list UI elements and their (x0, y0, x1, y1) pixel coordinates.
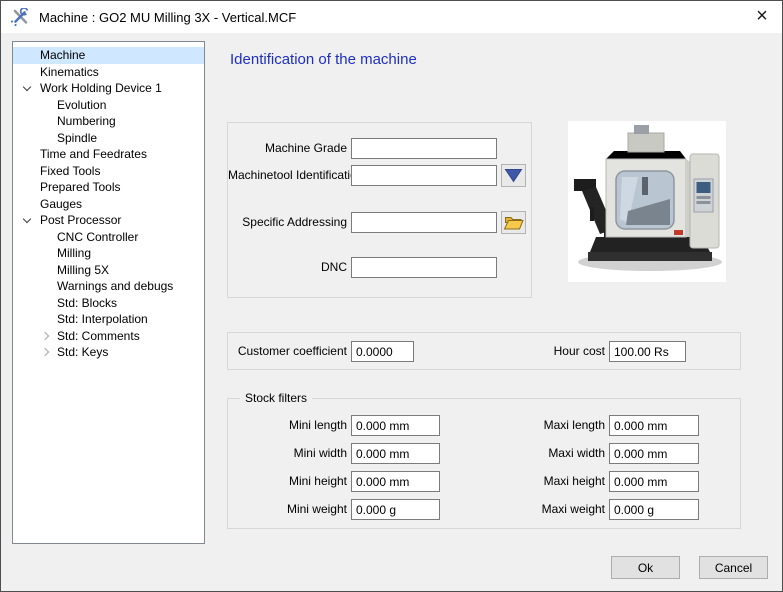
sidebar-item-std-comments[interactable]: Std: Comments (13, 328, 204, 345)
maxi-width-input[interactable] (609, 443, 699, 464)
machinetool-identification-label: Machinetool Identification (228, 165, 347, 186)
hour-cost-label: Hour cost (505, 341, 605, 362)
title-bar: Machine : GO2 MU Milling 3X - Vertical.M… (1, 1, 782, 33)
mini-weight-input[interactable] (351, 499, 440, 520)
sidebar-item-milling-5x[interactable]: Milling 5X (13, 262, 204, 279)
sidebar-item-fixed-tools[interactable]: Fixed Tools (13, 163, 204, 180)
specific-addressing-input[interactable] (351, 212, 497, 233)
mini-height-input[interactable] (351, 471, 440, 492)
ok-button[interactable]: Ok (611, 556, 680, 579)
mini-length-input[interactable] (351, 415, 440, 436)
close-button[interactable]: × (742, 1, 782, 32)
sidebar-item-time-and-feedrates[interactable]: Time and Feedrates (13, 146, 204, 163)
chevron-down-icon[interactable] (23, 83, 31, 91)
machine-dialog: Machine : GO2 MU Milling 3X - Vertical.M… (0, 0, 783, 592)
specific-addressing-label: Specific Addressing (228, 212, 347, 233)
sidebar-item-prepared-tools[interactable]: Prepared Tools (13, 179, 204, 196)
sidebar-item-cnc-controller[interactable]: CNC Controller (13, 229, 204, 246)
page-title: Identification of the machine (230, 51, 417, 68)
sidebar-item-std-keys[interactable]: Std: Keys (13, 344, 204, 361)
machine-grade-label: Machine Grade (228, 138, 347, 159)
maxi-length-input[interactable] (609, 415, 699, 436)
mini-length-label: Mini length (228, 415, 347, 436)
machine-grade-input[interactable] (351, 138, 497, 159)
sidebar-item-numbering[interactable]: Numbering (13, 113, 204, 130)
folder-open-icon (503, 214, 524, 231)
sidebar-item-machine[interactable]: Machine (13, 47, 204, 64)
sidebar-item-milling[interactable]: Milling (13, 245, 204, 262)
cancel-button[interactable]: Cancel (699, 556, 768, 579)
sidebar-item-post-processor[interactable]: Post Processor (13, 212, 204, 229)
chevron-down-icon[interactable] (23, 215, 31, 223)
sidebar-item-work-holding-device-1[interactable]: Work Holding Device 1 (13, 80, 204, 97)
sidebar-item-std-interpolation[interactable]: Std: Interpolation (13, 311, 204, 328)
stock-filters-group: Stock filters Mini length Maxi length Mi… (227, 398, 741, 529)
mini-height-label: Mini height (228, 471, 347, 492)
browse-folder-button[interactable] (501, 211, 526, 234)
hour-cost-input[interactable] (609, 341, 686, 362)
machine-settings-tree[interactable]: Machine Kinematics Work Holding Device 1… (12, 41, 205, 544)
dnc-label: DNC (228, 257, 347, 278)
dnc-input[interactable] (351, 257, 497, 278)
machinetool-dropdown-button[interactable] (501, 164, 526, 187)
stock-filters-title: Stock filters (240, 391, 312, 405)
sidebar-item-gauges[interactable]: Gauges (13, 196, 204, 213)
chevron-right-icon[interactable] (41, 348, 49, 356)
mini-width-input[interactable] (351, 443, 440, 464)
costs-group: Customer coefficient Hour cost (227, 332, 741, 370)
maxi-width-label: Maxi width (486, 443, 605, 464)
sidebar-item-warnings-and-debugs[interactable]: Warnings and debugs (13, 278, 204, 295)
chevron-right-icon[interactable] (41, 331, 49, 339)
window-title: Machine : GO2 MU Milling 3X - Vertical.M… (39, 10, 296, 25)
mini-width-label: Mini width (228, 443, 347, 464)
customer-coefficient-label: Customer coefficient (228, 341, 347, 362)
maxi-weight-label: Maxi weight (486, 499, 605, 520)
triangle-down-icon (504, 168, 523, 183)
tools-icon (11, 8, 29, 26)
sidebar-item-kinematics[interactable]: Kinematics (13, 64, 204, 81)
maxi-length-label: Maxi length (486, 415, 605, 436)
sidebar-item-spindle[interactable]: Spindle (13, 130, 204, 147)
identification-group: Machine Grade Machinetool Identification… (227, 122, 532, 298)
customer-coefficient-input[interactable] (351, 341, 414, 362)
sidebar-item-std-blocks[interactable]: Std: Blocks (13, 295, 204, 312)
maxi-height-label: Maxi height (486, 471, 605, 492)
sidebar-item-evolution[interactable]: Evolution (13, 97, 204, 114)
machinetool-identification-input[interactable] (351, 165, 497, 186)
maxi-height-input[interactable] (609, 471, 699, 492)
machine-image (568, 121, 726, 282)
mini-weight-label: Mini weight (228, 499, 347, 520)
maxi-weight-input[interactable] (609, 499, 699, 520)
